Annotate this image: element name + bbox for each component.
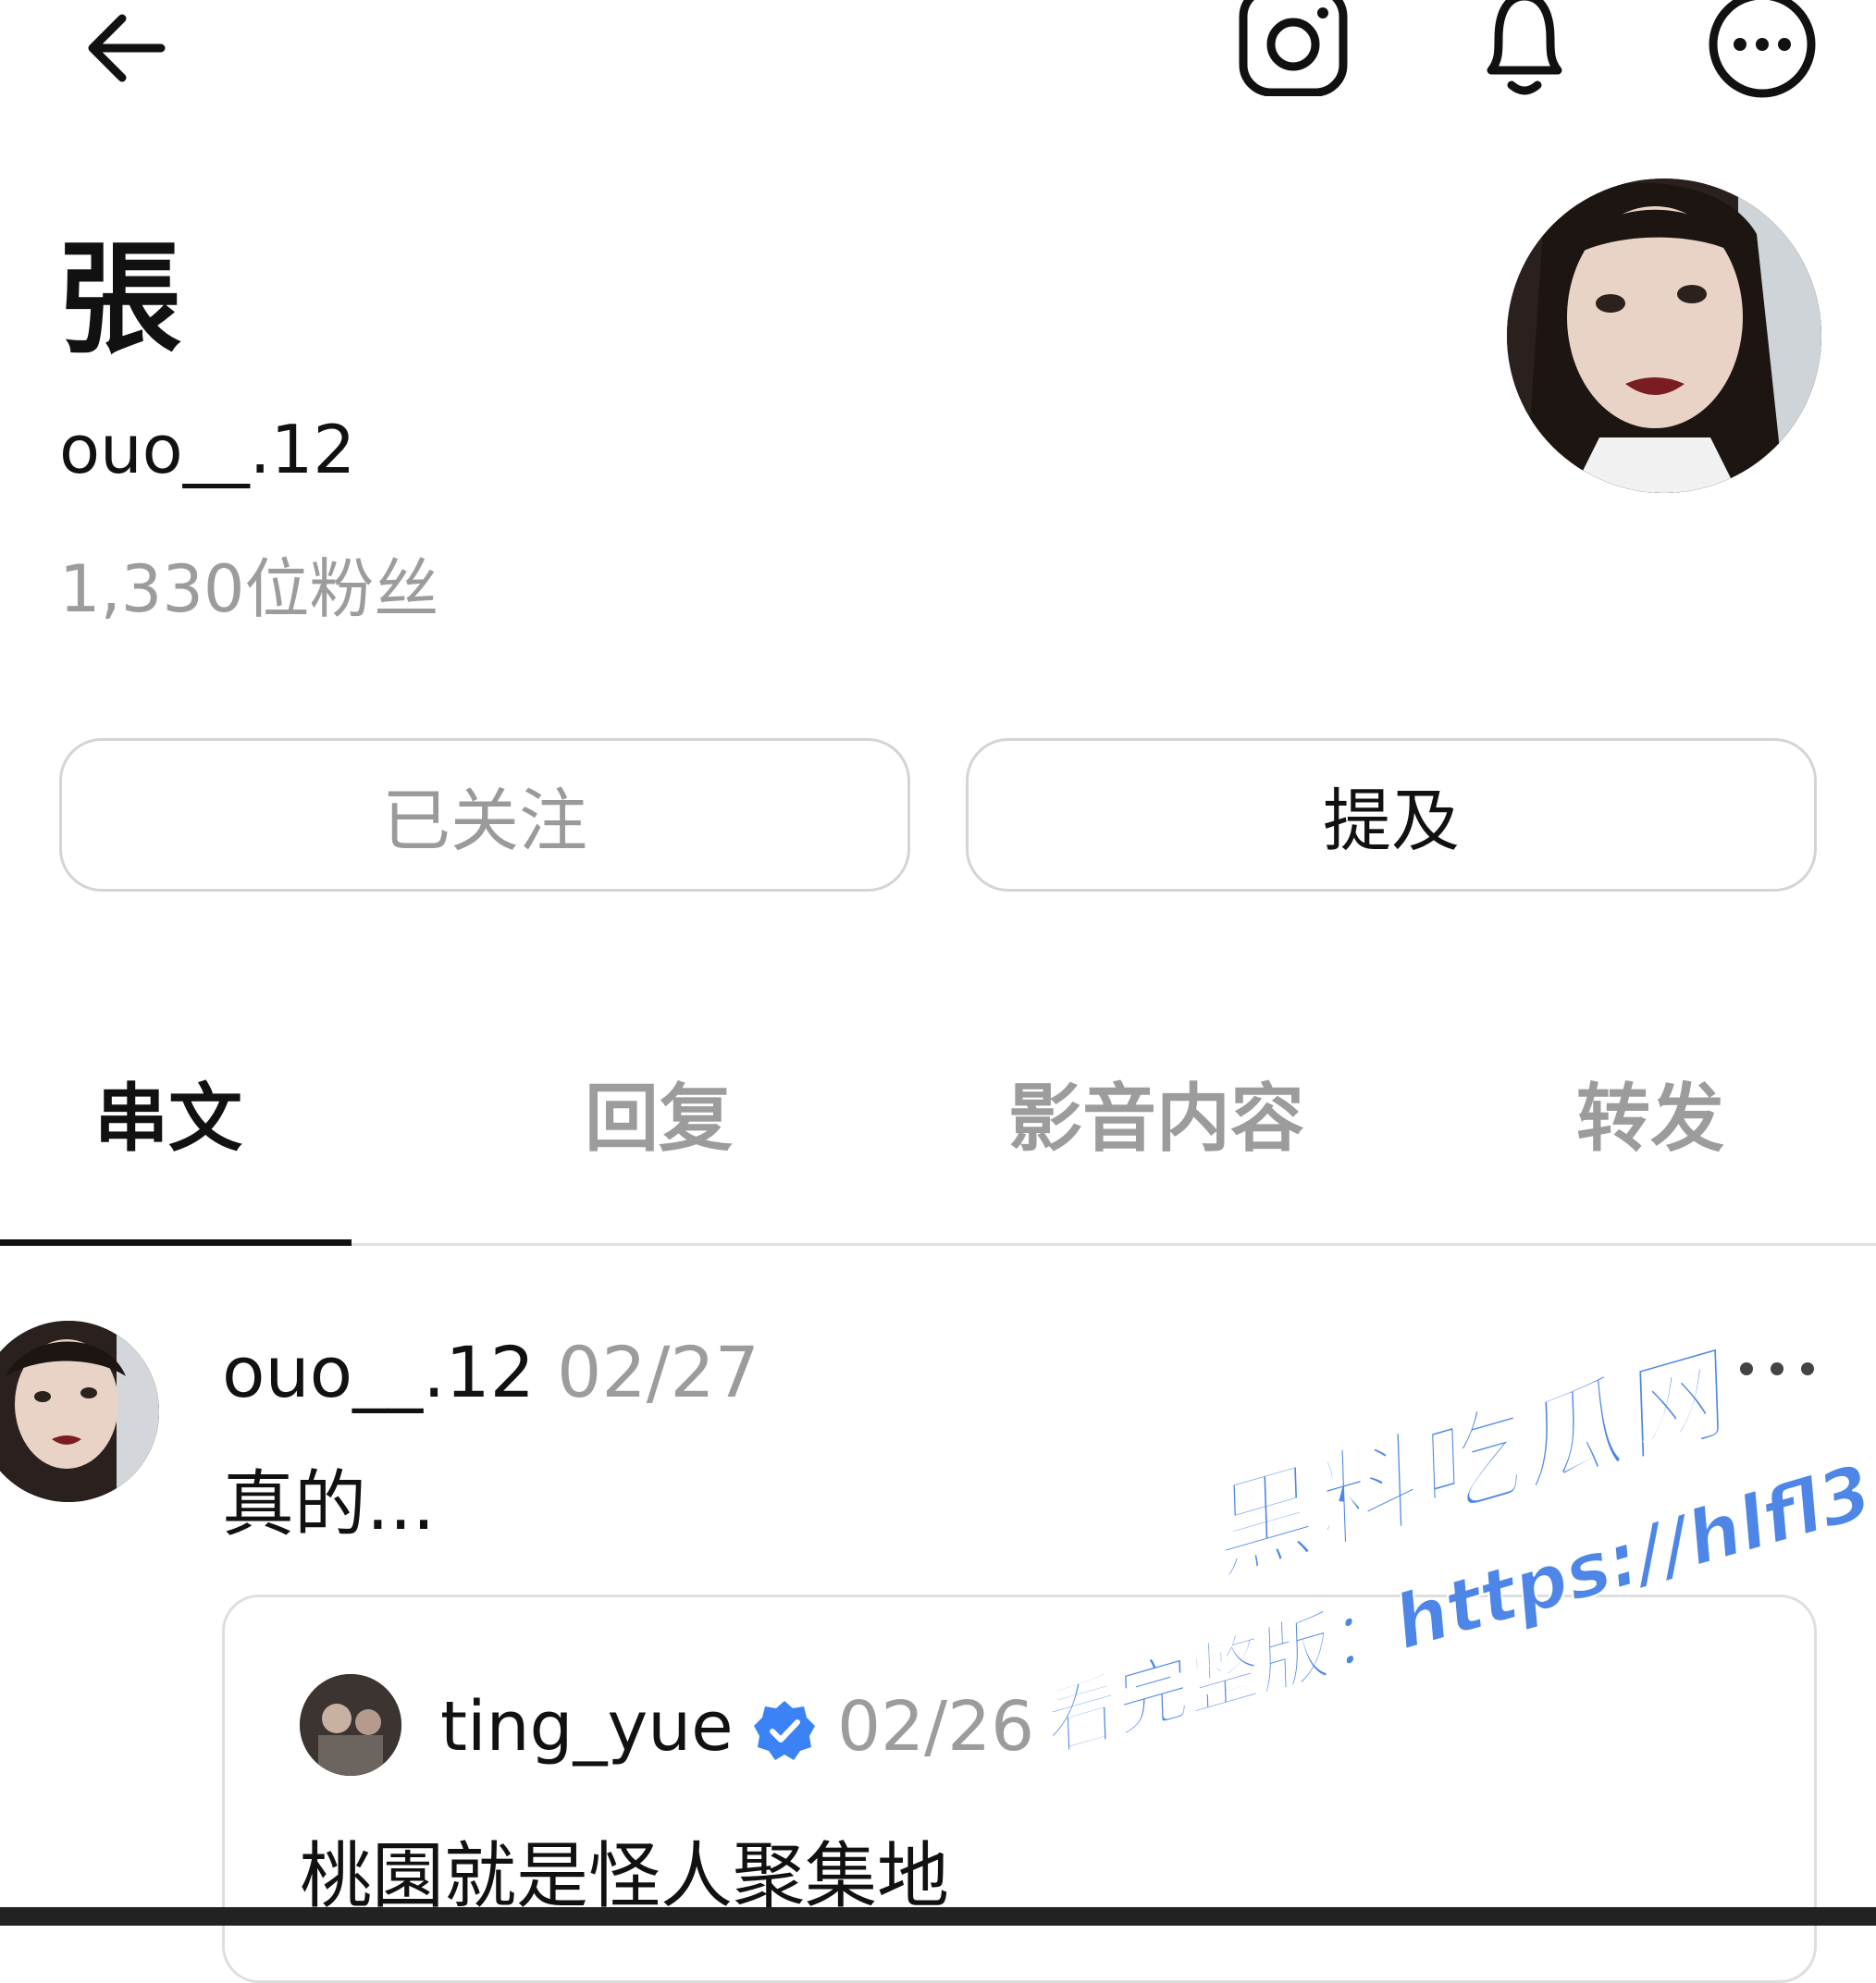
post-text: 真的... [222,1463,436,1546]
quoted-post-text: 桃園就是怪人聚集地 [300,1835,950,1918]
post-author-avatar[interactable] [0,1321,159,1502]
bell-icon[interactable] [1471,0,1578,98]
back-arrow-icon[interactable] [81,4,170,92]
more-circle-icon[interactable] [1704,0,1820,98]
active-tab-indicator [0,1239,352,1246]
tab-reposts[interactable]: 转发 [1576,1082,1724,1156]
post-date: 02/27 [557,1331,760,1413]
following-button[interactable]: 已关注 [59,738,910,892]
quoted-author-name[interactable]: ting_yue [440,1693,734,1761]
tab-media[interactable]: 影音内容 [1008,1082,1304,1156]
verified-badge-icon [754,1701,815,1760]
instagram-icon[interactable] [1236,0,1351,96]
post-author-name[interactable]: ouo__.12 [222,1337,535,1408]
followers-count[interactable]: 1,330位粉丝 [59,557,438,622]
quoted-author-avatar[interactable] [300,1674,401,1776]
tab-replies[interactable]: 回复 [585,1082,733,1156]
mention-button[interactable]: 提及 [966,738,1817,892]
profile-username: ouo__.12 [59,411,356,488]
bottom-edge-bar [0,1907,1876,1926]
profile-avatar[interactable] [1507,179,1821,493]
profile-display-name: 張 [59,228,181,371]
tab-threads[interactable]: 串文 [94,1082,242,1156]
quoted-post-date: 02/26 [837,1687,1035,1767]
